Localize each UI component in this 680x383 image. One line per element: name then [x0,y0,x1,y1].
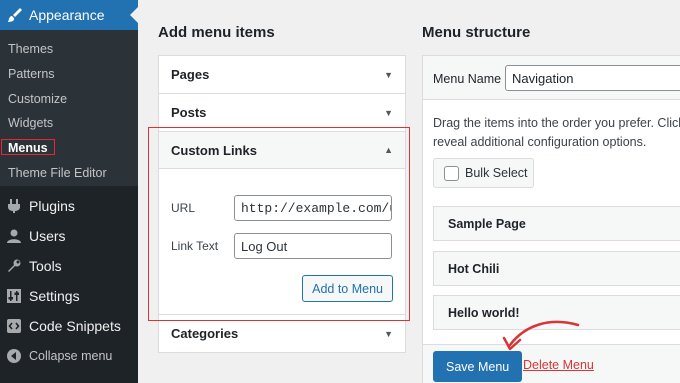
add-menu-items-heading: Add menu items [158,24,275,41]
bulk-select-checkbox[interactable] [444,165,459,181]
section-title: Custom Links [171,142,257,158]
menu-name-label: Menu Name [433,72,502,86]
submenu-theme-file-editor[interactable]: Theme File Editor [8,166,107,180]
menu-structure-heading: Menu structure [422,24,531,41]
annotation-arrow-icon [502,320,580,351]
link-text-label: Link Text [171,239,219,253]
section-title: Pages [171,67,210,82]
plugin-icon [5,198,22,215]
custom-links-section: Custom Links ▲ URL http://example.com/u … [158,131,406,315]
menu-name-input[interactable]: Navigation [505,65,680,91]
sidebar-item-label: Users [29,228,66,244]
add-to-menu-button[interactable]: Add to Menu [302,275,393,302]
instructions-line-2: reveal additional configuration options. [433,135,647,149]
submenu-customize[interactable]: Customize [8,92,67,106]
categories-section[interactable]: Categories ▼ [158,314,406,353]
menu-name-bar: Menu Name Navigation [423,56,680,100]
section-title: Categories [171,326,239,341]
collapse-menu-label: Collapse menu [29,349,113,363]
sidebar-item-label: Code Snippets [29,318,121,334]
submenu-widgets[interactable]: Widgets [8,116,53,130]
url-label: URL [171,201,196,215]
sidebar-item-tools[interactable]: Tools [0,251,138,281]
appearance-submenu: Themes Patterns Customize Widgets Menus … [0,30,138,186]
url-row: URL http://example.com/u [171,195,392,221]
menus-highlight-box [1,139,55,155]
submenu-patterns[interactable]: Patterns [8,67,55,81]
posts-section[interactable]: Posts ▼ [158,93,406,132]
sidebar-item-label: Plugins [29,198,75,214]
collapse-menu-button[interactable]: Collapse menu [0,341,138,371]
expand-arrow-icon: ▼ [384,69,393,80]
sidebar-item-appearance[interactable]: Appearance [0,0,138,30]
sidebar-item-appearance-label: Appearance [29,7,105,23]
wrench-icon [5,258,22,275]
admin-sidebar: Appearance Themes Patterns Customize Wid… [0,0,138,383]
sidebar-item-label: Settings [29,288,80,304]
sidebar-item-users[interactable]: Users [0,221,138,251]
bulk-select-button[interactable]: Bulk Select [433,158,534,188]
paintbrush-icon [6,7,23,24]
instructions-line-1: Drag the items into the order you prefer… [433,116,680,130]
pages-section-header[interactable]: Pages ▼ [159,56,405,93]
link-text-row: Link Text Log Out [171,233,392,259]
pages-section[interactable]: Pages ▼ [158,55,406,94]
section-title: Posts [171,105,207,120]
posts-section-header[interactable]: Posts ▼ [159,94,405,131]
current-menu-notch [130,7,138,23]
expand-arrow-icon: ▼ [384,328,393,339]
bulk-select-label: Bulk Select [465,166,528,180]
user-icon [5,228,22,245]
categories-section-header[interactable]: Categories ▼ [159,315,405,352]
sidebar-item-plugins[interactable]: Plugins [0,191,138,221]
collapse-arrow-icon: ▲ [384,145,393,155]
menu-item-hot-chili[interactable]: Hot Chili [433,251,680,286]
sidebar-item-code-snippets[interactable]: Code Snippets [0,311,138,341]
menu-item-sample-page[interactable]: Sample Page [433,206,680,241]
expand-arrow-icon: ▼ [384,107,393,118]
code-icon [5,318,22,335]
link-text-input[interactable]: Log Out [234,233,392,259]
sidebar-item-label: Tools [29,258,62,274]
url-input[interactable]: http://example.com/u [234,195,392,221]
settings-sliders-icon [5,288,22,305]
collapse-icon [5,348,22,365]
sidebar-item-settings[interactable]: Settings [0,281,138,311]
submenu-themes[interactable]: Themes [8,42,53,56]
menu-instructions: Drag the items into the order you prefer… [433,114,680,152]
custom-links-section-header[interactable]: Custom Links ▲ [159,132,405,169]
